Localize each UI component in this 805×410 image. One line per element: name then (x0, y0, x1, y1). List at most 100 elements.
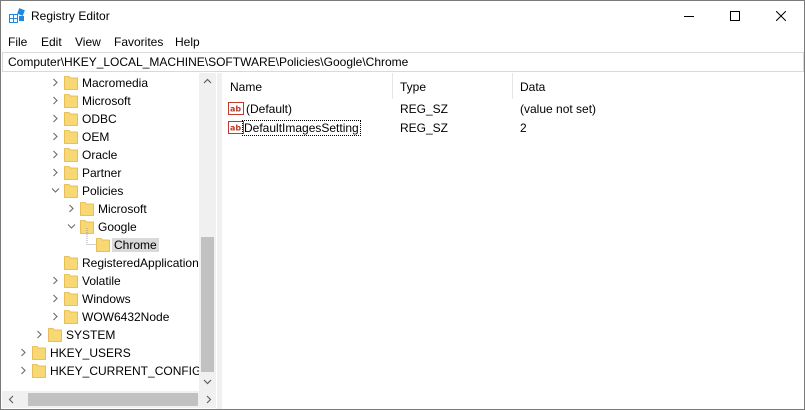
chevron-down-icon[interactable] (67, 222, 76, 231)
minimize-button[interactable] (666, 1, 712, 31)
menu-favorites[interactable]: Favorites (114, 35, 163, 49)
chevron-right-icon[interactable] (51, 114, 60, 123)
tree-item-microsoft[interactable]: Microsoft (2, 92, 199, 110)
folder-icon (64, 274, 78, 288)
folder-icon (96, 238, 110, 252)
column-header-name[interactable]: Name (222, 73, 392, 99)
folder-icon (64, 94, 78, 108)
maximize-icon (730, 11, 740, 21)
string-value-icon: ab (228, 121, 244, 134)
value-name: (Default) (246, 102, 293, 116)
tree-vertical-scroll-thumb[interactable] (201, 237, 214, 372)
menu-edit[interactable]: Edit (41, 35, 62, 49)
chevron-right-icon[interactable] (51, 132, 60, 141)
folder-icon (64, 76, 78, 90)
tree-item-hkey-users[interactable]: HKEY_USERS (2, 344, 199, 362)
key-tree[interactable]: Macromedia Microsoft ODBC OEM Oracle Partner P… (2, 73, 217, 409)
tree-item-label: Oracle (82, 148, 118, 162)
chevron-right-icon[interactable] (51, 96, 60, 105)
tree-item-label: SYSTEM (66, 328, 116, 342)
tree-item-chrome[interactable]: Chrome (2, 228, 199, 254)
tree-item-label: HKEY_CURRENT_CONFIG (50, 364, 202, 378)
folder-icon (64, 256, 78, 270)
scroll-down-arrow-icon[interactable] (203, 377, 212, 386)
tree-item-odbc[interactable]: ODBC (2, 110, 199, 128)
chevron-right-icon[interactable] (51, 78, 60, 87)
chevron-down-icon[interactable] (51, 186, 60, 195)
svg-text:ab: ab (230, 105, 241, 114)
title-bar: Registry Editor (1, 1, 804, 31)
registry-editor-window: Registry Editor File Edit View Favorites… (0, 0, 805, 410)
tree-item-label: RegisteredApplications (82, 256, 205, 270)
folder-icon (32, 346, 46, 360)
column-header-data[interactable]: Data (512, 73, 802, 99)
menu-file[interactable]: File (8, 35, 27, 49)
tree-item-label: WOW6432Node (82, 310, 170, 324)
tree-item-system[interactable]: SYSTEM (2, 326, 199, 344)
tree-item-macromedia[interactable]: Macromedia (2, 74, 199, 92)
column-header-type[interactable]: Type (392, 73, 512, 99)
chevron-right-icon[interactable] (35, 330, 44, 339)
minimize-icon (684, 16, 694, 17)
value-type: REG_SZ (400, 121, 449, 135)
menu-view[interactable]: View (75, 35, 101, 49)
registry-editor-app-icon (9, 8, 25, 23)
tree-item-microsoft[interactable]: Microsoft (2, 200, 199, 218)
tree-item-policies[interactable]: Policies (2, 182, 199, 200)
tree-item-partner[interactable]: Partner (2, 164, 199, 182)
scroll-up-arrow-icon[interactable] (203, 77, 212, 86)
tree-item-windows[interactable]: Windows (2, 290, 199, 308)
chevron-right-icon[interactable] (51, 150, 60, 159)
tree-item-label: Windows (82, 292, 131, 306)
tree-item-label: Google (98, 220, 137, 234)
tree-item-volatile[interactable]: Volatile (2, 272, 199, 290)
tree-item-hkey-current-config[interactable]: HKEY_CURRENT_CONFIG (2, 362, 201, 380)
folder-icon (80, 202, 94, 216)
value-data: (value not set) (520, 102, 597, 116)
value-data: 2 (520, 121, 527, 135)
tree-item-registeredapplications[interactable]: RegisteredApplications (2, 254, 205, 272)
scroll-right-arrow-icon[interactable] (204, 395, 213, 404)
tree-item-label: Microsoft (98, 202, 147, 216)
address-path: Computer\HKEY_LOCAL_MACHINE\SOFTWARE\Pol… (8, 55, 409, 69)
folder-icon (64, 148, 78, 162)
window-title: Registry Editor (31, 9, 110, 23)
chevron-right-icon[interactable] (51, 294, 60, 303)
tree-item-label: Chrome (112, 238, 159, 252)
tree-item-label: Policies (82, 184, 124, 198)
value-type: REG_SZ (400, 102, 449, 116)
folder-icon (64, 130, 78, 144)
chevron-right-icon[interactable] (51, 168, 60, 177)
chevron-right-icon[interactable] (51, 312, 60, 321)
tree-item-label: Macromedia (82, 76, 149, 90)
scroll-left-arrow-icon[interactable] (7, 395, 16, 404)
chevron-right-icon[interactable] (19, 366, 28, 375)
string-value-icon: ab (228, 102, 244, 115)
tree-item-label: HKEY_USERS (50, 346, 131, 360)
address-bar[interactable]: Computer\HKEY_LOCAL_MACHINE\SOFTWARE\Pol… (2, 52, 804, 72)
value-row[interactable]: ab (Default) REG_SZ (value not set) (222, 99, 804, 118)
maximize-button[interactable] (712, 1, 758, 31)
values-list[interactable]: Name Type Data ab (Default) REG_SZ (valu… (222, 73, 804, 409)
close-icon (776, 11, 786, 21)
menu-help[interactable]: Help (175, 35, 200, 49)
tree-item-label: ODBC (82, 112, 117, 126)
tree-item-label: Volatile (82, 274, 121, 288)
folder-icon (64, 166, 78, 180)
close-button[interactable] (758, 1, 804, 31)
chevron-right-icon[interactable] (19, 348, 28, 357)
folder-icon (64, 184, 78, 198)
tree-horizontal-scroll-thumb[interactable] (28, 393, 198, 406)
menu-bar: File Edit View Favorites Help (1, 32, 804, 52)
chevron-right-icon[interactable] (67, 204, 76, 213)
tree-item-oracle[interactable]: Oracle (2, 146, 199, 164)
tree-item-label: Partner (82, 166, 122, 180)
tree-item-wow6432node[interactable]: WOW6432Node (2, 308, 199, 326)
svg-text:ab: ab (230, 124, 241, 133)
value-row[interactable]: ab DefaultImagesSetting REG_SZ 2 (222, 118, 804, 137)
chevron-right-icon[interactable] (51, 276, 60, 285)
folder-icon (32, 364, 46, 378)
tree-item-google[interactable]: Google (2, 218, 199, 236)
tree-item-oem[interactable]: OEM (2, 128, 199, 146)
value-name: DefaultImagesSetting (242, 120, 361, 136)
